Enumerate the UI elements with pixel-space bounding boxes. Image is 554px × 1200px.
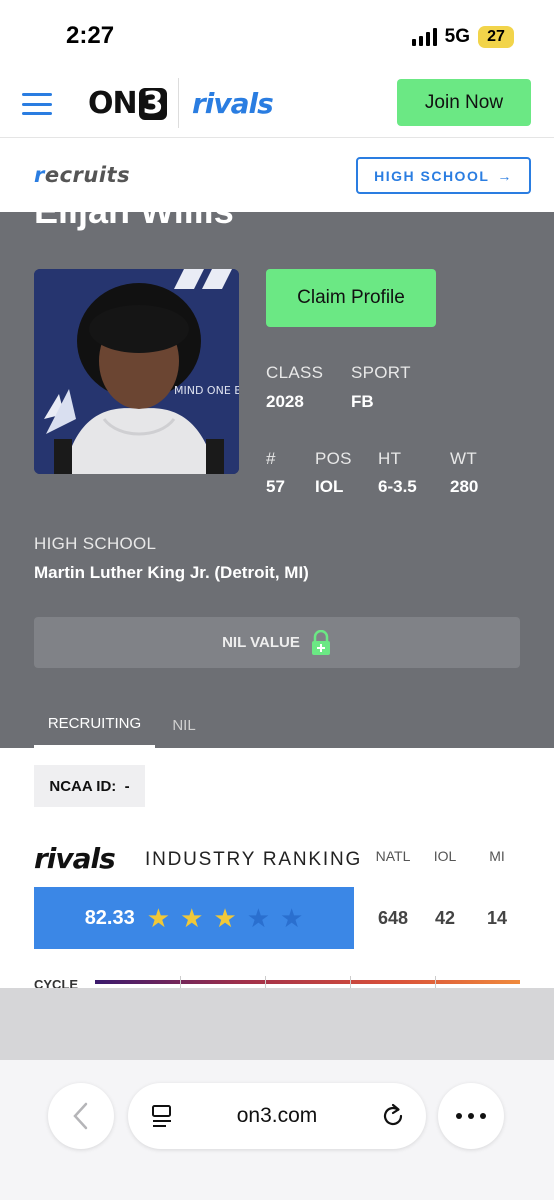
ncaa-id-badge: NCAA ID: -: [34, 765, 145, 807]
address-bar[interactable]: on3.com: [128, 1083, 426, 1149]
tab-nil[interactable]: NIL: [164, 702, 204, 748]
sub-nav: recruits HIGH SCHOOL →: [0, 139, 554, 212]
ranking-section: NCAA ID: - rivals INDUSTRY RANKING NATL …: [0, 748, 554, 992]
pos-value: IOL: [315, 477, 344, 496]
back-button[interactable]: [48, 1083, 114, 1149]
ncaa-id-value: -: [124, 777, 130, 795]
rank-natl-value: 648: [377, 908, 409, 928]
arrow-right-icon: →: [497, 167, 513, 184]
star-icon: ★: [180, 903, 204, 933]
high-school-label: HIGH SCHOOL: [374, 167, 490, 184]
on3-logo[interactable]: ON 3: [88, 84, 167, 124]
star-empty-icon: ★: [280, 903, 304, 933]
class-label: CLASS: [266, 363, 324, 382]
rank-header-natl: NATL: [375, 848, 411, 864]
player-name: Elijah Willis: [34, 212, 234, 232]
number-value: 57: [266, 477, 285, 496]
industry-ranking-title: INDUSTRY RANKING: [145, 849, 363, 870]
rivals-logo[interactable]: rivals: [192, 84, 274, 124]
nil-value-button[interactable]: NIL VALUE: [34, 617, 520, 668]
nil-value-label: NIL VALUE: [222, 634, 300, 651]
star-empty-icon: ★: [246, 903, 270, 933]
high-school-value: Martin Luther King Jr. (Detroit, MI): [34, 563, 309, 582]
star-icon: ★: [213, 903, 237, 933]
height-label: HT: [378, 449, 402, 468]
nav-divider: [178, 78, 179, 128]
lock-icon: [311, 629, 330, 655]
cycle-bar: [95, 976, 520, 988]
rank-header-pos: IOL: [433, 848, 457, 864]
browser-toolbar: on3.com: [0, 1060, 554, 1200]
rating-score-box: 82.33 ★ ★ ★ ★ ★: [34, 887, 354, 949]
high-school-button[interactable]: HIGH SCHOOL →: [356, 157, 531, 194]
menu-icon[interactable]: [22, 93, 52, 115]
sport-label: SPORT: [351, 363, 411, 382]
profile-card: Elijah Willis MIND ONE BODY Claim Profil…: [0, 212, 554, 748]
tab-recruiting[interactable]: RECRUITING: [34, 702, 155, 748]
more-button[interactable]: [438, 1083, 504, 1149]
claim-profile-button[interactable]: Claim Profile: [266, 269, 436, 327]
player-photo: MIND ONE BODY: [34, 269, 239, 474]
sport-value: FB: [351, 392, 374, 411]
high-school-label: HIGH SCHOOL: [34, 534, 157, 553]
join-now-button[interactable]: Join Now: [397, 79, 531, 126]
number-label: #: [266, 449, 276, 468]
rating-score: 82.33: [84, 906, 135, 929]
battery-icon: 27: [478, 26, 514, 48]
svg-text:MIND ONE BODY: MIND ONE BODY: [174, 384, 239, 397]
more-dots-icon: [456, 1113, 486, 1119]
class-value: 2028: [266, 392, 304, 411]
height-value: 6-3.5: [378, 477, 417, 496]
recruits-logo[interactable]: recruits: [34, 163, 130, 187]
rank-state-value: 14: [486, 908, 508, 928]
rivals-brand: rivals: [34, 842, 116, 875]
pos-label: POS: [315, 449, 352, 468]
rank-header-state: MI: [489, 848, 505, 864]
star-icon: ★: [146, 903, 171, 933]
reload-icon[interactable]: [380, 1103, 406, 1129]
top-nav: ON 3 rivals Join Now: [0, 70, 554, 138]
signal-icon: [411, 28, 437, 46]
browser-overlay: [0, 988, 554, 1060]
weight-value: 280: [450, 477, 479, 496]
status-bar: 2:27 5G 27: [0, 0, 554, 70]
status-right: 5G 27: [411, 26, 514, 48]
rank-pos-value: 42: [434, 908, 456, 928]
network-type: 5G: [444, 26, 470, 47]
chevron-left-icon: [73, 1102, 88, 1130]
status-time: 2:27: [66, 22, 115, 49]
ncaa-id-label: NCAA ID:: [49, 777, 117, 795]
weight-label: WT: [450, 449, 478, 468]
